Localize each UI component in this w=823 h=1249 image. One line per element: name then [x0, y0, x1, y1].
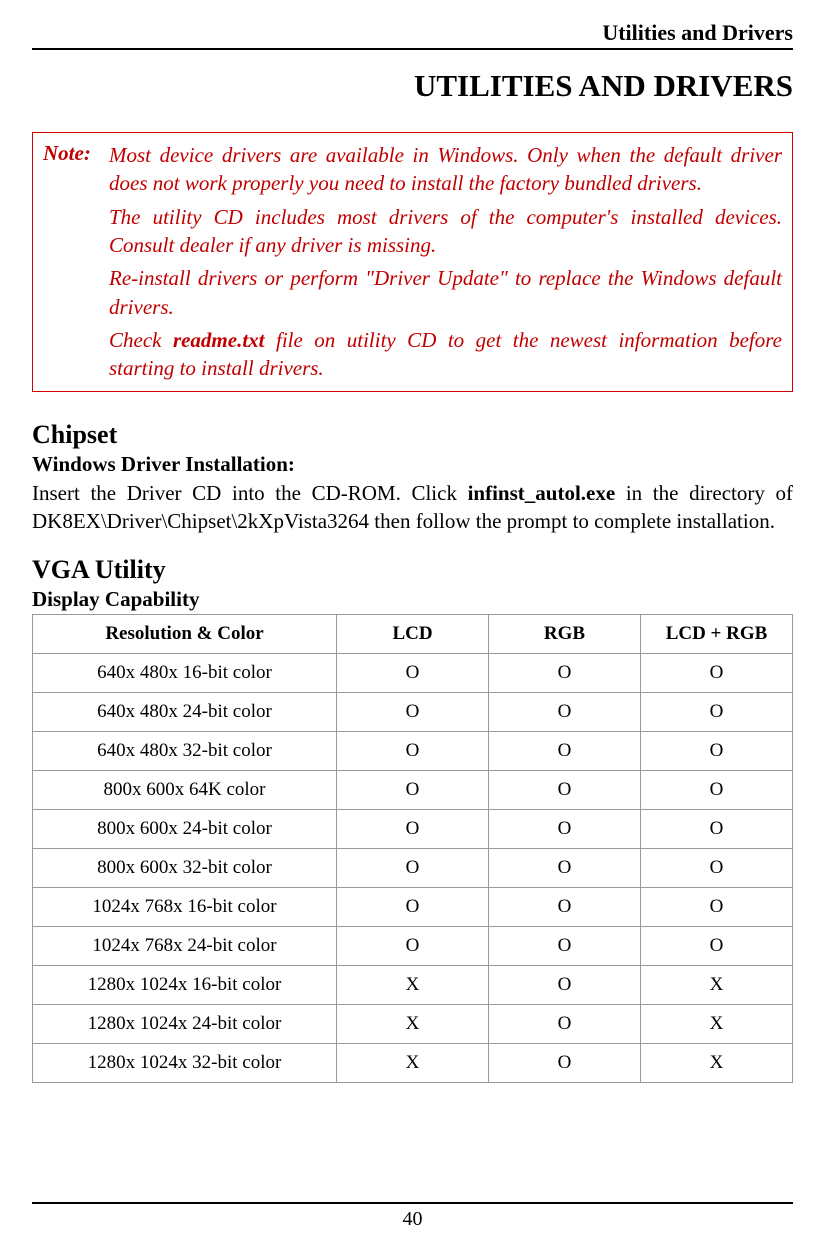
chipset-text: Insert the Driver CD into the CD-ROM. Cl…	[32, 479, 793, 536]
page-footer: 40	[32, 1202, 793, 1231]
table-cell: X	[641, 1044, 793, 1083]
table-cell: 640x 480x 32-bit color	[33, 732, 337, 771]
table-cell: O	[641, 654, 793, 693]
table-row: 640x 480x 24-bit colorOOO	[33, 693, 793, 732]
page-title: UTILITIES AND DRIVERS	[32, 68, 793, 104]
table-cell: O	[337, 654, 489, 693]
table-row: 800x 600x 64K colorOOO	[33, 771, 793, 810]
table-cell: O	[641, 849, 793, 888]
note-para-1: Most device drivers are available in Win…	[109, 141, 782, 198]
table-cell: O	[337, 888, 489, 927]
table-row: 640x 480x 16-bit colorOOO	[33, 654, 793, 693]
vga-heading: VGA Utility	[32, 555, 793, 585]
table-cell: O	[489, 693, 641, 732]
table-row: 800x 600x 32-bit colorOOO	[33, 849, 793, 888]
note-box: Note: Most device drivers are available …	[32, 132, 793, 392]
table-cell: O	[641, 771, 793, 810]
table-row: 1024x 768x 24-bit colorOOO	[33, 927, 793, 966]
note-para-4-pre: Check	[109, 328, 173, 352]
table-cell: O	[641, 810, 793, 849]
header-lcd: LCD	[337, 615, 489, 654]
note-para-3: Re-install drivers or perform "Driver Up…	[109, 264, 782, 321]
table-row: 1280x 1024x 32-bit colorXOX	[33, 1044, 793, 1083]
note-para-4: Check readme.txt file on utility CD to g…	[109, 326, 782, 383]
table-cell: 800x 600x 24-bit color	[33, 810, 337, 849]
table-header-row: Resolution & Color LCD RGB LCD + RGB	[33, 615, 793, 654]
note-para-2: The utility CD includes most drivers of …	[109, 203, 782, 260]
table-cell: O	[489, 654, 641, 693]
table-cell: O	[489, 732, 641, 771]
table-cell: O	[489, 771, 641, 810]
table-cell: O	[337, 849, 489, 888]
vga-subheading: Display Capability	[32, 587, 793, 612]
table-cell: O	[641, 888, 793, 927]
table-cell: X	[337, 1005, 489, 1044]
table-cell: O	[489, 849, 641, 888]
note-label: Note:	[43, 141, 109, 383]
table-cell: X	[337, 966, 489, 1005]
table-cell: O	[337, 771, 489, 810]
readme-filename: readme.txt	[173, 328, 265, 352]
table-cell: 1280x 1024x 24-bit color	[33, 1005, 337, 1044]
table-cell: O	[337, 810, 489, 849]
table-cell: 1024x 768x 16-bit color	[33, 888, 337, 927]
table-cell: 640x 480x 16-bit color	[33, 654, 337, 693]
table-row: 640x 480x 32-bit colorOOO	[33, 732, 793, 771]
header-rgb: RGB	[489, 615, 641, 654]
table-cell: O	[337, 693, 489, 732]
table-cell: 1280x 1024x 16-bit color	[33, 966, 337, 1005]
chipset-executable: infinst_autol.exe	[468, 481, 616, 505]
page-number: 40	[403, 1208, 423, 1230]
table-cell: 800x 600x 32-bit color	[33, 849, 337, 888]
table-cell: O	[337, 732, 489, 771]
table-cell: 640x 480x 24-bit color	[33, 693, 337, 732]
chipset-heading: Chipset	[32, 420, 793, 450]
display-capability-table: Resolution & Color LCD RGB LCD + RGB 640…	[32, 614, 793, 1083]
table-cell: X	[337, 1044, 489, 1083]
table-cell: O	[641, 927, 793, 966]
chipset-text-pre: Insert the Driver CD into the CD-ROM. Cl…	[32, 481, 468, 505]
table-cell: 800x 600x 64K color	[33, 771, 337, 810]
table-row: 1024x 768x 16-bit colorOOO	[33, 888, 793, 927]
table-cell: O	[641, 732, 793, 771]
table-cell: O	[489, 927, 641, 966]
table-cell: O	[489, 888, 641, 927]
table-cell: O	[489, 1005, 641, 1044]
table-cell: O	[489, 810, 641, 849]
header-resolution: Resolution & Color	[33, 615, 337, 654]
table-row: 800x 600x 24-bit colorOOO	[33, 810, 793, 849]
table-cell: O	[641, 693, 793, 732]
table-row: 1280x 1024x 16-bit colorXOX	[33, 966, 793, 1005]
table-cell: O	[489, 966, 641, 1005]
table-row: 1280x 1024x 24-bit colorXOX	[33, 1005, 793, 1044]
header-lcd-rgb: LCD + RGB	[641, 615, 793, 654]
table-body: 640x 480x 16-bit colorOOO640x 480x 24-bi…	[33, 654, 793, 1083]
chipset-subheading: Windows Driver Installation:	[32, 452, 793, 477]
table-cell: X	[641, 1005, 793, 1044]
table-cell: 1280x 1024x 32-bit color	[33, 1044, 337, 1083]
table-cell: O	[337, 927, 489, 966]
table-cell: 1024x 768x 24-bit color	[33, 927, 337, 966]
table-cell: O	[489, 1044, 641, 1083]
running-header: Utilities and Drivers	[32, 20, 793, 50]
note-body: Most device drivers are available in Win…	[109, 141, 782, 383]
table-cell: X	[641, 966, 793, 1005]
